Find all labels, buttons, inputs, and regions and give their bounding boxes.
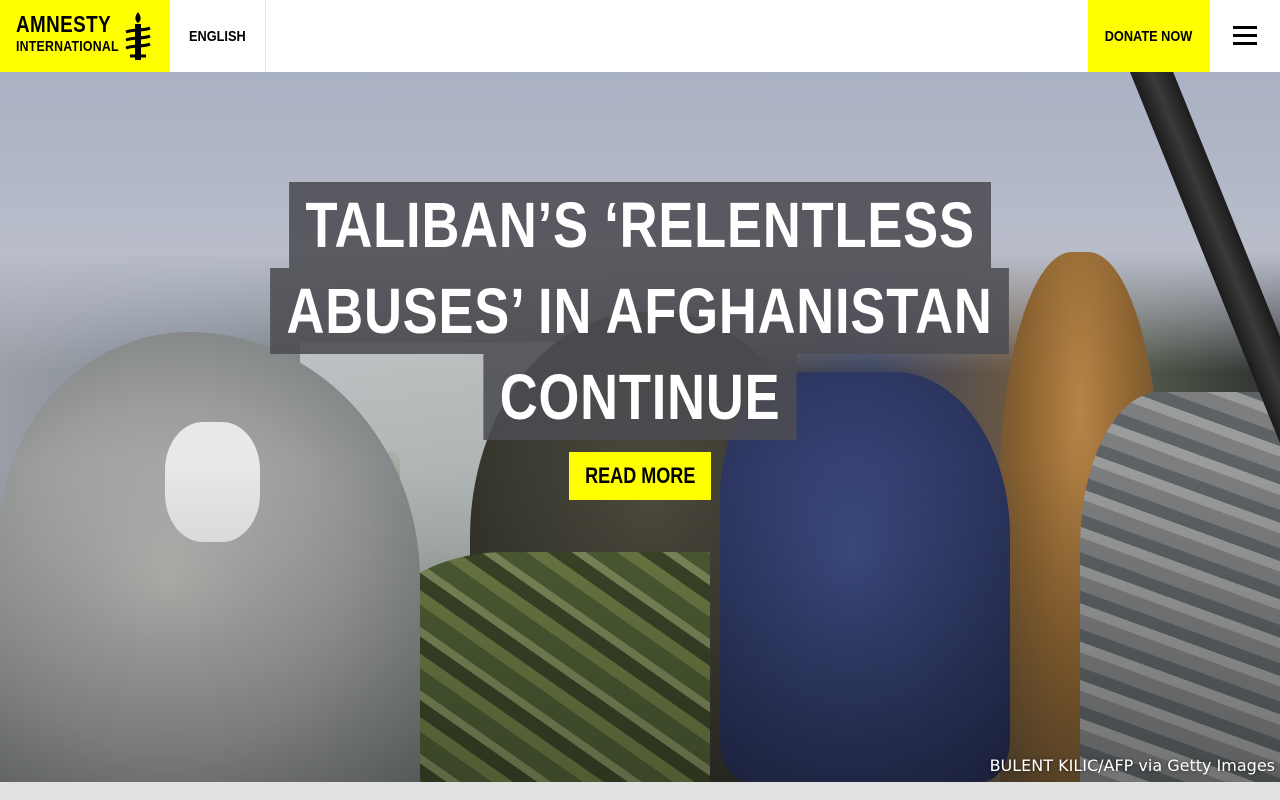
headline-line-3: CONTINUE <box>483 354 797 440</box>
site-header: AMNESTY INTERNATIONAL ENGLISH DONATE NOW <box>0 0 1280 72</box>
photo-credit: BULENT KILIC/AFP via Getty Images <box>989 756 1275 775</box>
language-label: ENGLISH <box>189 27 246 45</box>
donate-label: DONATE NOW <box>1105 27 1193 45</box>
read-more-button[interactable]: READ MORE <box>569 452 711 500</box>
below-fold-strip <box>0 782 1280 800</box>
amnesty-logo[interactable]: AMNESTY INTERNATIONAL <box>0 0 170 72</box>
hero-banner: TALIBAN’S ‘RELENTLESS ABUSES’ IN AFGHANI… <box>0 72 1280 782</box>
hamburger-menu-icon <box>1233 26 1257 46</box>
headline-line-2: ABUSES’ IN AFGHANISTAN <box>270 268 1010 354</box>
headline-line-1: TALIBAN’S ‘RELENTLESS <box>288 182 992 268</box>
candle-barbed-wire-icon <box>125 12 151 60</box>
language-selector[interactable]: ENGLISH <box>170 0 266 72</box>
hero-headline: TALIBAN’S ‘RELENTLESS ABUSES’ IN AFGHANI… <box>0 182 1280 440</box>
menu-button[interactable] <box>1210 0 1280 72</box>
read-more-label: READ MORE <box>584 463 696 488</box>
donate-now-button[interactable]: DONATE NOW <box>1088 0 1210 72</box>
